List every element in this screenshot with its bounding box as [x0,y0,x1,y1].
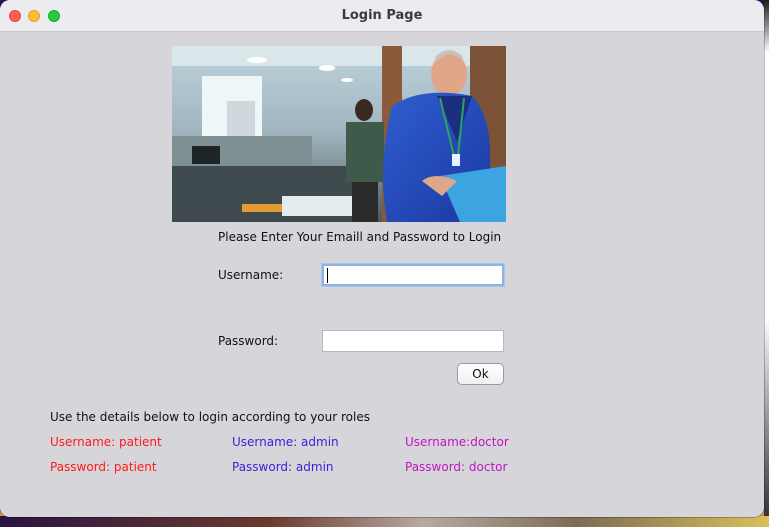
desktop-dock-area [0,516,769,527]
patient-username-hint: Username: patient [50,435,162,449]
role-info-text: Use the details below to login according… [50,410,370,424]
doctor-photo [172,46,506,222]
password-input[interactable] [322,330,504,352]
username-label: Username: [218,268,284,282]
desktop-background [764,0,769,527]
login-window: Login Page Please Enter Your Emaill and … [0,0,764,517]
username-input[interactable] [322,264,504,286]
admin-username-hint: Username: admin [232,435,339,449]
admin-password-hint: Password: admin [232,460,334,474]
title-bar[interactable]: Login Page [0,0,764,32]
text-cursor [327,268,328,283]
ok-button[interactable]: Ok [457,363,504,385]
doctor-username-hint: Username:doctor [405,435,509,449]
doctor-password-hint: Password: doctor [405,460,508,474]
window-title: Login Page [341,8,423,23]
password-label: Password: [218,334,279,348]
patient-password-hint: Password: patient [50,460,157,474]
login-instruction: Please Enter Your Emaill and Password to… [218,230,502,244]
